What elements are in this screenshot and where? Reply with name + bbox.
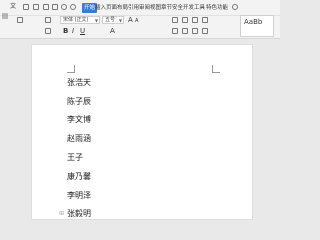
document-page[interactable]: 张浩天 陈子辰 李文博 赵雨涵 王子 康乃馨 李明泽 张毅明 ⊞ (31, 44, 253, 220)
undo-icon[interactable] (61, 4, 67, 10)
align-center-icon[interactable] (182, 28, 188, 34)
underline-button[interactable]: U (80, 27, 85, 36)
document-line[interactable]: 张毅明 (67, 209, 91, 219)
numbered-list-icon[interactable] (182, 17, 188, 23)
search-icon[interactable] (232, 4, 238, 10)
document-line[interactable]: 赵雨涵 (67, 134, 91, 144)
tab-view[interactable]: 视图 (150, 3, 161, 13)
margin-corner-top-left (67, 65, 75, 73)
document-line[interactable]: 陈子辰 (67, 97, 91, 107)
align-left-icon[interactable] (172, 28, 178, 34)
grow-font-button[interactable]: A (128, 16, 133, 25)
ribbon-row-clipboard: 宋体 (正文) ▼ 五号 ▼ A A AaBb (0, 15, 280, 37)
file-menu[interactable]: 文 (10, 3, 16, 11)
document-line[interactable]: 王子 (67, 153, 83, 163)
ribbon-toolbar: 文 开始 插入 页面布局 引用 审阅 视图 章节 安全 开发工具 特色功能 宋体… (0, 0, 280, 39)
document-line[interactable]: 张浩天 (67, 78, 91, 88)
outdent-icon[interactable] (202, 17, 208, 23)
tab-security[interactable]: 安全 (172, 3, 183, 13)
chevron-down-icon: ▼ (94, 18, 98, 23)
shrink-font-button[interactable]: A (135, 17, 138, 26)
tab-special-features[interactable]: 特色功能 (206, 3, 228, 13)
paragraph-handle-icon[interactable]: ⊞ (59, 210, 64, 217)
document-line[interactable]: 李文博 (67, 115, 91, 125)
cut-icon[interactable] (17, 17, 23, 23)
redo-icon[interactable] (70, 4, 76, 10)
menu-icon[interactable] (2, 4, 8, 19)
document-line[interactable]: 康乃馨 (67, 172, 91, 182)
open-icon[interactable] (33, 4, 39, 10)
ribbon-tab-row: 文 开始 插入 页面布局 引用 审阅 视图 章节 安全 开发工具 特色功能 (0, 0, 280, 19)
print-icon[interactable] (52, 4, 58, 10)
style-preview: AaBb (244, 18, 263, 26)
italic-button[interactable]: I (72, 27, 74, 36)
font-name-value: 宋体 (正文) (63, 17, 89, 23)
tab-page-layout[interactable]: 页面布局 (106, 3, 128, 13)
bold-button[interactable]: B (63, 27, 68, 36)
paste-icon[interactable] (45, 17, 51, 23)
justify-icon[interactable] (202, 28, 208, 34)
tab-references[interactable]: 引用 (128, 3, 139, 13)
new-doc-icon[interactable] (23, 4, 29, 10)
indent-icon[interactable] (192, 17, 198, 23)
align-right-icon[interactable] (192, 28, 198, 34)
font-size-select[interactable]: 五号 ▼ (102, 16, 124, 24)
format-painter-icon[interactable] (45, 28, 51, 34)
save-icon[interactable] (43, 4, 49, 10)
tab-chapter[interactable]: 章节 (161, 3, 172, 13)
chevron-down-icon: ▼ (118, 18, 122, 23)
tab-developer[interactable]: 开发工具 (183, 3, 205, 13)
font-name-select[interactable]: 宋体 (正文) ▼ (60, 16, 100, 24)
ribbon-row-format: B I U A (0, 26, 280, 38)
font-color-button[interactable]: A (110, 27, 115, 36)
margin-corner-top-right (212, 65, 220, 73)
list-icon[interactable] (172, 17, 178, 23)
font-size-value: 五号 (105, 17, 116, 23)
document-line[interactable]: 李明泽 (67, 191, 91, 201)
tab-review[interactable]: 审阅 (139, 3, 150, 13)
tab-insert[interactable]: 插入 (95, 3, 106, 13)
